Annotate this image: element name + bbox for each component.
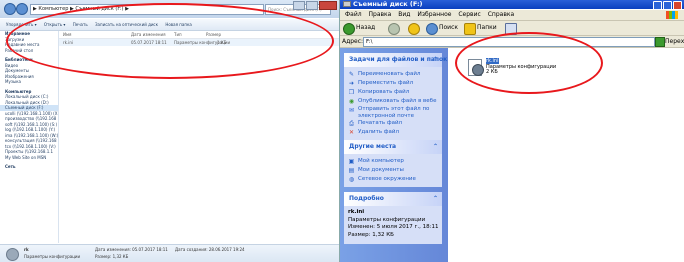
up-folder-icon[interactable] xyxy=(408,23,420,35)
task-label: Отправить этот файл по электронной почте xyxy=(358,106,430,119)
task-label: Мои документы xyxy=(358,167,404,173)
forward-arrow-icon[interactable] xyxy=(16,3,28,15)
search-icon[interactable] xyxy=(426,23,438,35)
folders-button[interactable]: Папки xyxy=(477,21,497,35)
collapse-chevron-icon[interactable]: ⌃ xyxy=(433,192,438,206)
my-documents-icon: ▤ xyxy=(348,167,355,174)
task-label: Сетевое окружение xyxy=(358,176,416,182)
task-label: Переместить файл xyxy=(358,80,414,86)
details-file-name: rk.ini xyxy=(348,209,365,215)
task-label: Мой компьютер xyxy=(358,158,404,164)
delete-icon: ✕ xyxy=(348,129,355,136)
details-created: Дата создания: 28.06.2017 19:24 xyxy=(175,247,245,252)
forward-arrow-icon[interactable] xyxy=(388,23,400,35)
maximize-button[interactable] xyxy=(663,1,672,10)
nav-item[interactable]: производство (\\192.168 xyxy=(0,116,58,122)
task-link[interactable]: ✉ Отправить этот файл по электронной почт… xyxy=(348,106,438,119)
back-arrow-icon[interactable] xyxy=(4,3,16,15)
task-link[interactable]: ▣ Мой компьютер xyxy=(348,157,438,166)
xp-title-bar: Съемный диск (F:) xyxy=(340,0,684,10)
collapse-chevron-icon[interactable]: ⌃ xyxy=(433,140,438,154)
web-publish-icon: ◉ xyxy=(348,98,355,105)
win7-details-pane: rk Параметры конфигурации Дата изменения… xyxy=(0,244,339,262)
red-annotation-ellipse xyxy=(455,32,603,94)
xp-explorer-window: Съемный диск (F:) Файл Правка Вид Избран… xyxy=(340,0,684,262)
menu-favorites[interactable]: Избранное xyxy=(417,11,451,18)
task-link[interactable]: ✕ Удалить файл xyxy=(348,128,438,137)
task-link[interactable]: ❐ Копировать файл xyxy=(348,88,438,97)
close-button[interactable] xyxy=(319,1,337,10)
folders-icon[interactable] xyxy=(464,23,476,35)
task-label: Удалить файл xyxy=(358,129,399,135)
task-link[interactable]: ⎙ Печатать файл xyxy=(348,119,438,128)
file-tasks-panel: Задачи для файлов и папок ⌃ ✎ Переименоват… xyxy=(344,53,447,140)
go-button[interactable]: Переход xyxy=(665,36,684,47)
rename-icon: ✎ xyxy=(348,71,355,78)
details-file-name: rk xyxy=(24,247,29,252)
back-arrow-icon[interactable] xyxy=(343,23,355,35)
menu-tools[interactable]: Сервис xyxy=(458,11,480,18)
task-label: Печатать файл xyxy=(358,120,403,126)
nav-item[interactable]: консультация (\\192.168 xyxy=(0,138,58,144)
task-link[interactable]: ✎ Переименовать файл xyxy=(348,70,438,79)
other-places-title: Другие места xyxy=(349,143,397,150)
email-icon: ✉ xyxy=(348,107,355,114)
windows-logo-icon xyxy=(666,11,678,19)
details-file-type: Параметры конфигурации xyxy=(348,216,426,223)
menu-help[interactable]: Справка xyxy=(488,11,514,18)
nav-item[interactable]: log (\\192.168.1.100) (Y:) xyxy=(0,127,58,133)
xp-menu-bar: Файл Правка Вид Избранное Сервис Справка xyxy=(340,10,684,21)
red-annotation-ellipse xyxy=(6,3,334,79)
nav-item[interactable]: Проекты (\\192.168.1.1 xyxy=(0,149,58,155)
task-link[interactable]: ▤ Мои документы xyxy=(348,166,438,175)
task-link[interactable]: ◍ Сетевое окружение xyxy=(348,175,438,184)
nav-item[interactable]: Сеть xyxy=(0,164,58,170)
close-button[interactable] xyxy=(673,1,682,10)
task-link[interactable]: ◉ Опубликовать файл в вебе xyxy=(348,97,438,106)
my-computer-icon: ▣ xyxy=(348,158,355,165)
details-title: Подробно xyxy=(349,195,384,202)
config-file-icon xyxy=(6,248,19,261)
go-arrow-icon[interactable] xyxy=(655,37,665,47)
search-button[interactable]: Поиск xyxy=(439,21,458,35)
window-title: Съемный диск (F:) xyxy=(353,0,423,8)
details-panel: Подробно ⌃ rk.ini Параметры конфигурации … xyxy=(344,192,442,244)
details-size: Размер: 1,32 КБ xyxy=(348,231,394,238)
back-button[interactable]: Назад xyxy=(356,21,375,35)
task-label: Переименовать файл xyxy=(358,71,421,77)
minimize-button[interactable] xyxy=(653,1,662,10)
collapse-chevron-icon[interactable]: ⌃ xyxy=(433,53,438,67)
copy-icon: ❐ xyxy=(348,89,355,96)
menu-edit[interactable]: Правка xyxy=(369,11,392,18)
address-label: Адрес: xyxy=(342,38,364,45)
move-icon: ➜ xyxy=(348,80,355,87)
menu-file[interactable]: Файл xyxy=(345,11,362,18)
other-places-panel: Другие места ⌃ ▣ Мой компьютер ▤ Мои докумен… xyxy=(344,140,442,187)
task-link[interactable]: ➜ Переместить файл xyxy=(348,79,438,88)
removable-drive-icon xyxy=(343,1,351,7)
details-size: Размер: 1,32 КБ xyxy=(95,254,129,259)
details-modified: Изменен: 5 июля 2017 г., 18:11 xyxy=(348,224,439,230)
xp-task-pane: Задачи для файлов и папок ⌃ ✎ Переименоват… xyxy=(340,48,448,262)
network-icon: ◍ xyxy=(348,176,355,183)
print-icon: ⎙ xyxy=(349,120,354,127)
win7-explorer-window: ▶ Компьютер ▶ Съемный диск (F:) ▶ Поиск:… xyxy=(0,0,340,262)
maximize-button[interactable] xyxy=(306,1,318,10)
task-label: Копировать файл xyxy=(358,89,410,95)
menu-view[interactable]: Вид xyxy=(398,11,410,18)
minimize-button[interactable] xyxy=(293,1,305,10)
details-file-type: Параметры конфигурации xyxy=(24,254,81,259)
window-buttons xyxy=(293,1,337,10)
details-modified: Дата изменения: 05.07.2017 18:11 xyxy=(95,247,168,252)
task-label: Опубликовать файл в вебе xyxy=(358,98,437,104)
